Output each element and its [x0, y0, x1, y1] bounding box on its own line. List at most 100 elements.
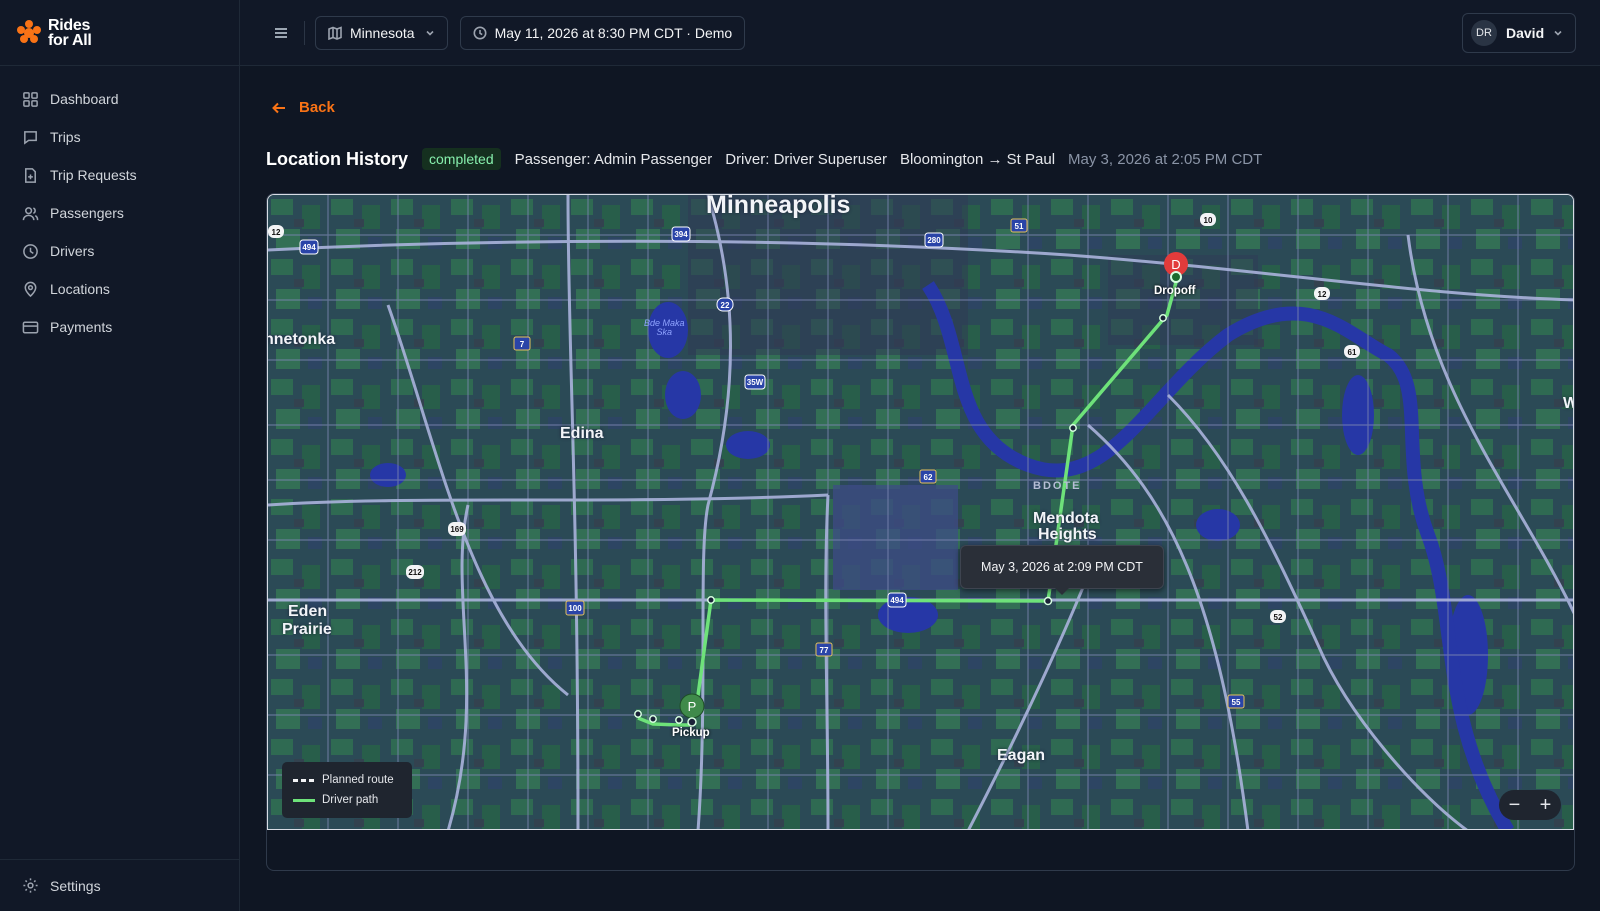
legend-driver-path: Driver path: [293, 790, 401, 810]
svg-text:22: 22: [721, 301, 730, 310]
shield-494-s: 494: [887, 592, 907, 608]
svg-text:61: 61: [1348, 348, 1357, 357]
sidebar-item-locations[interactable]: Locations: [0, 270, 239, 308]
svg-text:77: 77: [820, 646, 829, 655]
shield-22: 22: [716, 297, 734, 312]
shield-394: 394: [671, 226, 691, 242]
sidebar-item-payments[interactable]: Payments: [0, 308, 239, 346]
credit-card-icon: [22, 321, 39, 333]
region-select[interactable]: Minnesota: [315, 15, 448, 50]
svg-text:7: 7: [520, 340, 525, 349]
place-eden: Eden: [288, 603, 328, 620]
shield-100: 100: [565, 600, 585, 616]
zoom-in-button[interactable]: +: [1534, 795, 1558, 815]
place-edina: Edina: [560, 425, 604, 442]
shield-61: 61: [1344, 345, 1360, 358]
zoom-out-button[interactable]: −: [1503, 795, 1527, 815]
trip-summary: Location History completed Passenger: Ad…: [266, 148, 1275, 170]
sidebar-item-label: Locations: [50, 281, 110, 297]
dashed-line-swatch: [293, 778, 315, 782]
shield-12-w: 12: [268, 225, 284, 238]
svg-text:169: 169: [450, 525, 464, 534]
shield-169: 169: [448, 522, 466, 536]
hamburger-icon: [275, 27, 287, 38]
place-minnetonka: nnetonka: [267, 331, 336, 348]
shield-494-w: 494: [299, 239, 319, 255]
grid-icon: [23, 91, 38, 107]
sidebar-item-label: Trips: [50, 129, 81, 145]
map-legend: Planned route Driver path: [282, 762, 412, 818]
route-info: Bloomington → St Paul: [899, 150, 1056, 168]
shield-77: 77: [815, 642, 833, 657]
sidebar-item-label: Drivers: [50, 243, 95, 259]
shield-52: 52: [1270, 610, 1286, 623]
arrow-left-icon: [272, 102, 285, 113]
legend-planned-route: Planned route: [293, 770, 401, 790]
place-prairie: Prairie: [282, 621, 332, 638]
svg-text:100: 100: [568, 604, 582, 613]
svg-text:51: 51: [1015, 222, 1024, 231]
place-w: W: [1563, 395, 1573, 413]
dropoff-label: Dropoff: [1154, 285, 1196, 297]
svg-text:280: 280: [927, 236, 941, 245]
header-divider: [304, 20, 305, 45]
svg-text:394: 394: [674, 230, 688, 239]
location-map[interactable]: P D 494 394 280 51 10 12 22 7 35W 61 62 …: [267, 194, 1574, 830]
users-icon: [22, 206, 39, 220]
back-button[interactable]: Back: [272, 99, 335, 116]
place-bdote: BDOTE: [1033, 480, 1082, 492]
svg-text:12: 12: [272, 228, 281, 237]
sidebar-item-label: Dashboard: [50, 91, 119, 107]
shield-55: 55: [1227, 694, 1245, 709]
svg-text:212: 212: [408, 568, 422, 577]
lake-label: Bde Maka Ska: [644, 318, 685, 337]
sidebar-item-dashboard[interactable]: Dashboard: [0, 80, 239, 118]
clock-icon: [473, 26, 487, 39]
pickup-label: Pickup: [672, 727, 710, 739]
shield-280: 280: [924, 232, 944, 248]
map-pin-icon: [24, 281, 37, 297]
user-menu-button[interactable]: DR David: [1462, 13, 1576, 53]
svg-text:494: 494: [302, 243, 316, 252]
pickup-marker-letter: P: [688, 699, 697, 714]
sidebar-nav: Dashboard Trips Trip Requests Passengers…: [0, 66, 239, 346]
sidebar-item-label: Trip Requests: [50, 167, 137, 183]
svg-text:62: 62: [924, 473, 933, 482]
trip-date: May 3, 2026 at 2:05 PM CDT: [1068, 150, 1263, 168]
shield-51: 51: [1010, 218, 1028, 233]
passenger-info: Passenger: Admin Passenger: [514, 150, 713, 168]
sidebar-item-trip-requests[interactable]: Trip Requests: [0, 156, 239, 194]
svg-text:12: 12: [1318, 290, 1327, 299]
datetime-value: May 11, 2026 at 8:30 PM CDT · Demo: [494, 24, 733, 41]
file-plus-icon: [25, 167, 36, 183]
menu-toggle-button[interactable]: [266, 18, 296, 48]
zoom-controls: − +: [1499, 790, 1561, 820]
brand-name: Rides for All: [48, 16, 92, 49]
datetime-select[interactable]: May 11, 2026 at 8:30 PM CDT · Demo: [459, 15, 746, 50]
map-base: P D 494 394 280 51 10 12 22 7 35W 61 62 …: [268, 195, 1573, 829]
sidebar-item-label: Settings: [50, 877, 101, 894]
svg-text:10: 10: [1204, 216, 1213, 225]
waypoint-tooltip: May 3, 2026 at 2:09 PM CDT: [960, 545, 1164, 595]
page-title: Location History: [266, 148, 409, 169]
sidebar-item-drivers[interactable]: Drivers: [0, 232, 239, 270]
sidebar-item-passengers[interactable]: Passengers: [0, 194, 239, 232]
avatar: DR: [1471, 20, 1497, 46]
chevron-down-icon: [426, 30, 434, 36]
gear-icon: [23, 878, 38, 893]
user-name: David: [1506, 25, 1545, 41]
shield-10: 10: [1200, 213, 1216, 226]
svg-text:35W: 35W: [747, 378, 764, 387]
place-eagan: Eagan: [997, 747, 1046, 764]
rides-logo-icon: [17, 19, 41, 43]
sidebar-item-settings[interactable]: Settings: [0, 859, 239, 911]
sidebar-item-trips[interactable]: Trips: [0, 118, 239, 156]
sidebar: Rides for All Dashboard Trips Trip Reque…: [0, 0, 240, 911]
region-value: Minnesota: [350, 24, 415, 41]
sidebar-item-label: Passengers: [50, 205, 124, 221]
chat-icon: [24, 130, 37, 145]
place-minneapolis: Minneapolis: [706, 194, 851, 219]
brand-logo[interactable]: Rides for All: [0, 0, 239, 66]
svg-text:55: 55: [1232, 698, 1241, 707]
shield-212: 212: [406, 565, 424, 579]
